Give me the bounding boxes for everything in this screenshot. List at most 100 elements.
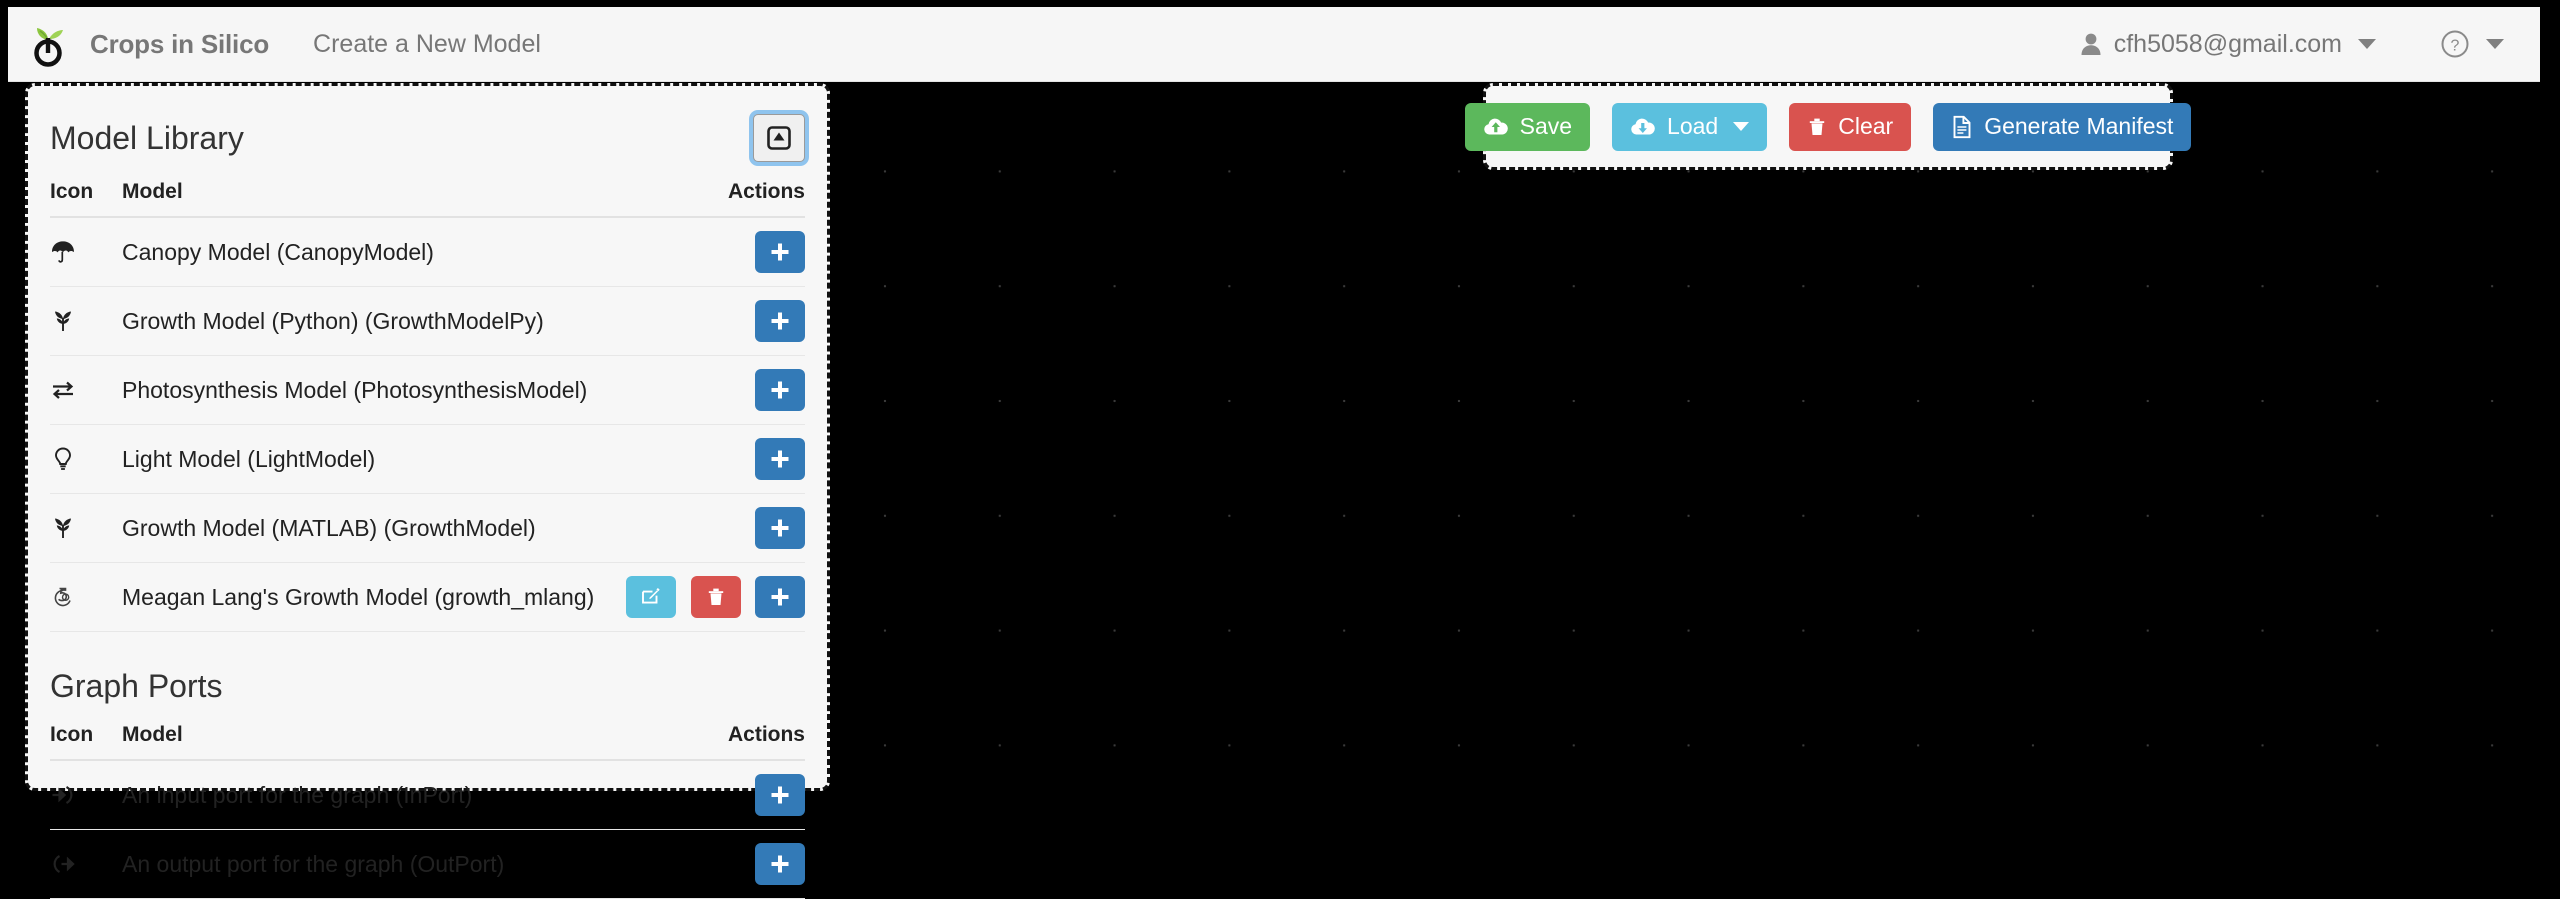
nav-create-new-model[interactable]: Create a New Model [313,30,541,59]
cloud-download-icon [1631,118,1655,134]
plus-icon [771,588,789,606]
model-name: Canopy Model (CanopyModel) [122,217,612,287]
model-icon-cell [50,562,122,632]
clear-label: Clear [1838,113,1894,139]
save-label: Save [1519,113,1573,139]
model-actions [611,493,805,563]
model-actions [611,286,805,356]
model-actions [611,217,805,287]
plus-icon [771,243,789,261]
model-icon-cell [50,424,122,494]
port-actions [690,829,805,899]
sign-in-icon [52,786,73,804]
exchange-icon [52,381,74,399]
model-icon-cell [50,355,122,425]
model-name: Growth Model (Python) (GrowthModelPy) [122,286,612,356]
column-header-model: Model [122,723,691,761]
svg-text:?: ? [2451,38,2460,55]
help-menu[interactable]: ? [2440,29,2504,59]
port-actions [690,760,805,830]
table-row[interactable]: Canopy Model (CanopyModel) [50,217,805,287]
trash-icon [1810,118,1825,135]
load-button[interactable]: Load [1612,102,1768,151]
plus-icon [771,519,789,537]
plus-icon [771,450,789,468]
user-email-label: cfh5058@gmail.com [2113,29,2342,58]
save-button[interactable]: Save [1464,102,1591,151]
port-name: An output port for the graph (OutPort) [122,829,691,899]
plus-icon [771,381,789,399]
plus-icon [771,855,789,873]
table-header-row: Icon Model Actions [50,723,805,761]
cloud-upload-icon [1483,118,1508,134]
table-header-row: Icon Model Actions [50,180,805,218]
navbar-right: cfh5058@gmail.com ? [2079,29,2540,59]
port-name: An input port for the graph (InPort) [122,760,691,830]
plus-icon [771,786,789,804]
model-actions [611,355,805,425]
add-model-button[interactable] [755,438,805,480]
column-header-icon: Icon [50,723,122,761]
table-row[interactable]: Growth Model (MATLAB) (GrowthModel) [50,493,805,563]
top-navbar: Crops in Silico Create a New Model cfh50… [8,7,2540,82]
file-text-icon [1953,115,1971,138]
add-port-button[interactable] [755,843,805,885]
port-icon-cell [50,760,122,830]
edit-model-button[interactable] [626,576,677,618]
sprout-power-logo-icon[interactable] [28,21,72,67]
person-icon [2079,31,2103,57]
trash-icon [708,588,723,605]
navbar-left: Crops in Silico Create a New Model [8,21,541,67]
table-row[interactable]: Photosynthesis Model (PhotosynthesisMode… [50,355,805,425]
generate-manifest-button[interactable]: Generate Manifest [1933,102,2192,151]
add-model-button[interactable] [755,507,805,549]
model-actions [611,562,805,632]
add-model-button[interactable] [755,369,805,411]
lightbulb-icon [55,447,71,470]
model-icon-cell [50,286,122,356]
seedling-icon [55,518,71,538]
plus-icon [771,312,789,330]
add-model-button[interactable] [755,576,805,618]
table-row[interactable]: An input port for the graph (InPort) [50,760,805,830]
table-row[interactable]: An output port for the graph (OutPort) [50,829,805,899]
model-library-title: Model Library [50,119,244,156]
model-icon-cell [50,493,122,563]
chevron-down-icon [2358,39,2376,49]
add-port-button[interactable] [755,774,805,816]
table-row[interactable]: Growth Model (Python) (GrowthModelPy) [50,286,805,356]
collapse-panel-button[interactable] [753,114,805,162]
load-label: Load [1667,113,1719,139]
chevron-down-icon [1733,122,1750,131]
generate-manifest-label: Generate Manifest [1984,113,2174,139]
add-model-button[interactable] [755,300,805,342]
model-actions [611,424,805,494]
delete-model-button[interactable] [690,576,741,618]
chevron-down-icon [2486,39,2504,49]
brand-title: Crops in Silico [90,28,270,59]
umbrella-icon [52,241,74,263]
table-row[interactable]: Light Model (LightModel) [50,424,805,494]
model-icon-cell [50,217,122,287]
pencil-square-icon [642,588,660,604]
column-header-model: Model [122,180,612,218]
model-library-header: Model Library [50,86,805,180]
model-name: Meagan Lang's Growth Model (growth_mlang… [122,562,612,632]
question-circle-icon: ? [2440,29,2470,59]
model-name: Photosynthesis Model (PhotosynthesisMode… [122,355,612,425]
collapse-up-box-icon [767,126,791,150]
table-row[interactable]: Meagan Lang's Growth Model (growth_mlang… [50,562,805,632]
user-menu[interactable]: cfh5058@gmail.com [2079,30,2376,59]
column-header-icon: Icon [50,180,122,218]
add-model-button[interactable] [755,231,805,273]
top-strip [0,0,2560,7]
canvas-toolbar: Save Load Clear Generate Manifest [1464,83,2192,170]
seedling-icon [55,311,71,331]
custom-model-icon [54,587,71,607]
sign-out-icon [53,855,75,873]
graph-ports-table: Icon Model Actions An input port for the… [50,723,805,899]
model-name: Growth Model (MATLAB) (GrowthModel) [122,493,612,563]
port-icon-cell [50,829,122,899]
clear-button[interactable]: Clear [1789,102,1912,151]
model-name: Light Model (LightModel) [122,424,612,494]
